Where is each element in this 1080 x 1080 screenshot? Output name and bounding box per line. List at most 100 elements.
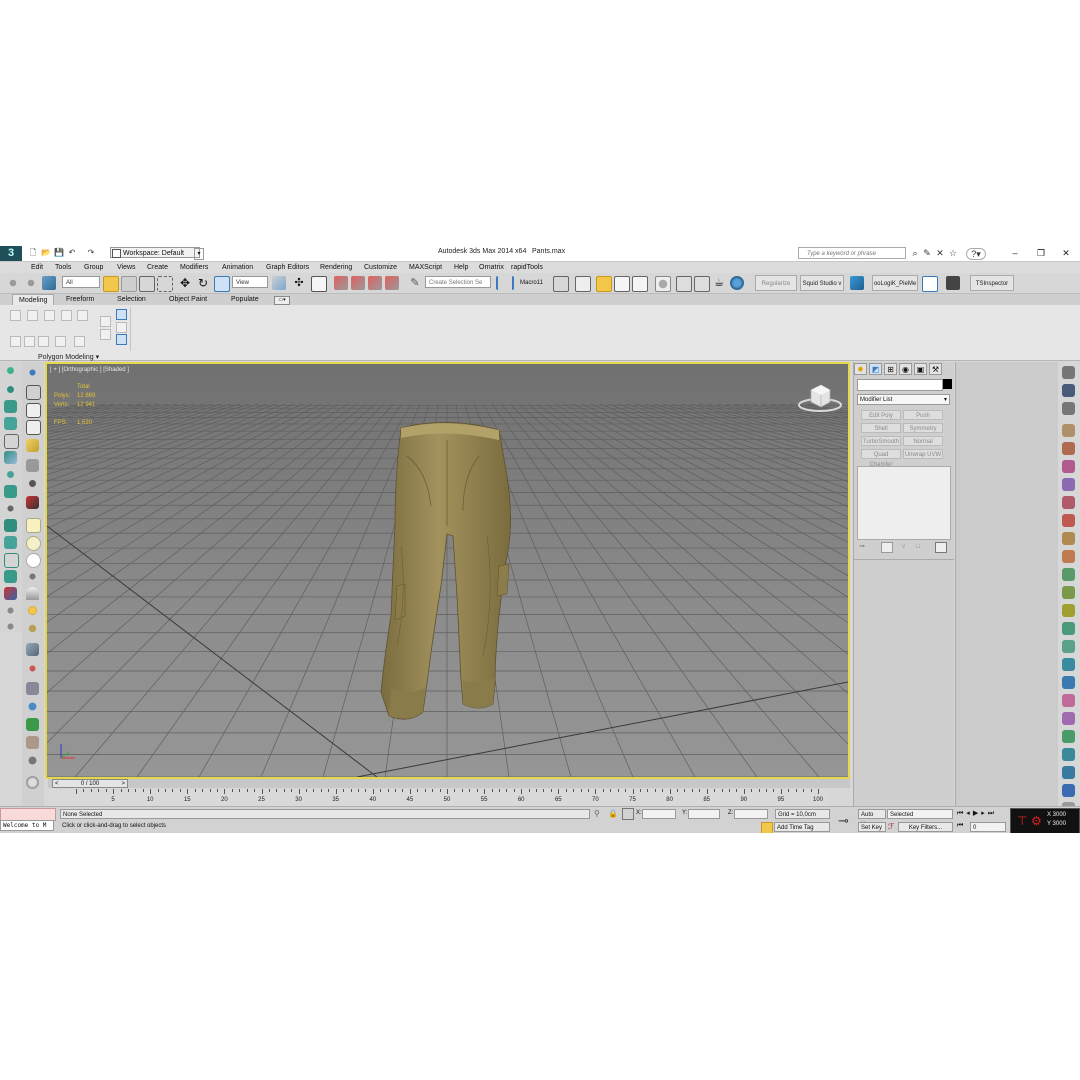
macro-label[interactable]: Macro11 (520, 280, 543, 286)
target-icon[interactable] (26, 477, 39, 490)
window-crossing-icon[interactable] (157, 276, 173, 292)
pants-model[interactable] (367, 416, 517, 728)
plane-tool-icon[interactable] (4, 553, 19, 568)
make-unique-icon[interactable]: ∨ (901, 542, 906, 550)
sphere-preview-icon[interactable] (26, 776, 39, 789)
reference-coordinate-dropdown[interactable]: View (232, 276, 268, 288)
angle-snap-icon[interactable] (351, 276, 365, 290)
slider-prev-icon[interactable]: < (55, 780, 59, 789)
list-icon[interactable] (4, 434, 19, 449)
key-filters-button[interactable]: Key Filters... (898, 822, 953, 832)
skin-icon[interactable] (1062, 766, 1075, 779)
polygon-modeling-dropdown[interactable]: Polygon Modeling ▾ (38, 353, 99, 361)
edge-mode-icon[interactable] (27, 310, 38, 321)
select-by-name-icon[interactable] (121, 276, 137, 292)
spherify-icon[interactable] (1062, 694, 1075, 707)
foliage-icon[interactable] (26, 718, 39, 731)
menu-group[interactable]: Group (84, 263, 103, 272)
graphite-toggle-icon[interactable] (596, 276, 612, 292)
camera-icon[interactable] (4, 604, 17, 617)
noise-icon[interactable] (1062, 496, 1075, 509)
symmetry-button[interactable]: Symmetry (903, 423, 943, 433)
set-key-mode-icon[interactable]: ⊸ (838, 813, 849, 829)
preserve-uvs-icon[interactable] (10, 336, 21, 347)
modify-tab-icon[interactable]: ◩ (869, 363, 882, 375)
render-setup-icon[interactable] (676, 276, 692, 292)
remove-modifier-icon[interactable]: ⊔ (915, 542, 920, 550)
object-color-swatch[interactable] (943, 379, 952, 389)
time-tag-icon[interactable] (761, 822, 773, 833)
taper-icon[interactable] (1062, 478, 1075, 491)
binoculars-icon[interactable]: ⌕ (910, 248, 920, 258)
plugin-logo-icon[interactable] (850, 276, 864, 290)
table-icon[interactable] (26, 420, 41, 435)
teapot-tool-icon[interactable] (4, 519, 17, 532)
modifier-stack[interactable] (857, 466, 951, 540)
minimize-icon[interactable]: – (1001, 246, 1029, 261)
current-frame-field[interactable]: 0 (970, 822, 1006, 832)
lightbulb-icon[interactable] (4, 366, 17, 379)
previous-modifier-icon[interactable] (24, 336, 35, 347)
auto-key-button[interactable]: Auto Key (858, 809, 886, 828)
light-icon[interactable] (4, 620, 17, 633)
menu-modifiers[interactable]: Modifiers (180, 263, 208, 272)
menu-customize[interactable]: Customize (364, 263, 397, 272)
undo-toolbar-icon[interactable] (6, 276, 20, 290)
ellipse-shape-icon[interactable] (26, 536, 41, 551)
snaps-toggle-icon[interactable] (334, 276, 348, 290)
scale-icon[interactable] (214, 276, 230, 292)
hierarchy-tab-icon[interactable]: ⊞ (884, 363, 897, 375)
unwrap-uvw-button[interactable]: Unwrap UVW (903, 449, 943, 459)
isolate-lock-icon[interactable]: 🔒 (608, 809, 618, 818)
cloth-icon[interactable] (1062, 730, 1075, 743)
torus-tool-icon[interactable] (4, 502, 17, 515)
show-end-result-toggle-icon[interactable] (881, 542, 893, 553)
y-coordinate-field[interactable] (688, 809, 720, 819)
paint-icon[interactable] (26, 439, 39, 452)
selection-filter-dropdown[interactable]: All (62, 276, 100, 288)
select-object-icon[interactable] (103, 276, 119, 292)
time-slider[interactable]: < 0 / 100 > (48, 779, 850, 788)
lattice-icon[interactable] (1062, 568, 1075, 581)
plugin-black-icon[interactable] (946, 276, 960, 290)
cone-tool-icon[interactable] (4, 451, 17, 464)
tsinspector-button[interactable]: TSInspector (970, 275, 1014, 291)
app-logo-icon[interactable]: 3 (0, 246, 22, 261)
rendered-frame-window-icon[interactable] (694, 276, 710, 292)
schematic-view-icon[interactable] (632, 276, 648, 292)
exchange-icon[interactable]: ✕ (935, 248, 945, 258)
mirror-icon[interactable] (496, 276, 514, 290)
scale-tool-icon[interactable] (26, 459, 39, 472)
show-end-result-icon[interactable] (116, 309, 127, 320)
ffd-icon[interactable] (1062, 586, 1075, 599)
move-icon[interactable]: ✥ (178, 276, 192, 290)
grow-icon[interactable] (100, 316, 111, 327)
robot-icon[interactable] (26, 496, 39, 509)
menu-edit[interactable]: Edit (31, 263, 43, 272)
toggle-command-panel-icon[interactable] (55, 336, 66, 347)
slider-next-icon[interactable]: > (121, 780, 125, 789)
lock-selection-icon[interactable]: ⚲ (594, 809, 600, 818)
normal-button[interactable]: Normal (903, 436, 943, 446)
menu-views[interactable]: Views (117, 263, 136, 272)
layer-manager-icon[interactable] (575, 276, 591, 292)
menu-ornatrix[interactable]: Ornatrix (479, 263, 504, 272)
smooth-icon[interactable] (1062, 676, 1075, 689)
circle-shape-icon[interactable] (26, 553, 41, 568)
document-icon[interactable] (26, 403, 41, 418)
modifier-list-dropdown[interactable]: Modifier List ▾ (857, 394, 950, 405)
bind-space-warp-icon[interactable] (42, 276, 56, 290)
plugin-tool-icon[interactable] (922, 276, 938, 292)
morpher-icon[interactable] (1062, 784, 1075, 797)
element-mode-icon[interactable] (77, 310, 88, 321)
displace-icon[interactable] (1062, 712, 1075, 725)
tools-icon[interactable] (26, 736, 39, 749)
select-link-icon[interactable] (24, 276, 38, 290)
playback-controls-icon[interactable]: ⏮◂▶▸⏭ (957, 809, 997, 818)
sheet-icon[interactable] (1062, 366, 1075, 379)
ribbon-options-icon[interactable]: ▭▾ (274, 296, 290, 305)
particles-icon[interactable] (4, 587, 17, 600)
track-bar[interactable]: 5 10 15 20 25 30 35 40 45 50 55 60 65 70 75 80 85 90 95 100 (48, 789, 828, 806)
redo-icon[interactable]: ↷ (86, 248, 96, 258)
render-production-icon[interactable]: ☕ (712, 276, 726, 290)
